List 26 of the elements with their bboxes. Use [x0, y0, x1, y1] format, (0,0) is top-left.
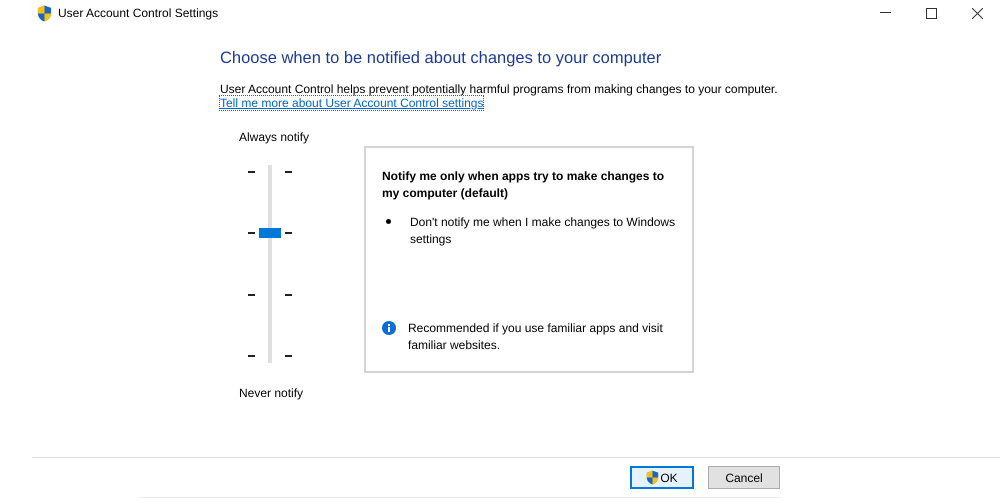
info-icon [382, 321, 396, 335]
tick-mark [285, 232, 292, 234]
close-icon [972, 8, 982, 18]
tick-mark [285, 171, 292, 173]
window-title: User Account Control Settings [58, 6, 218, 20]
tick-mark [248, 232, 255, 234]
heading: Choose when to be notified about changes to your computer [220, 49, 662, 68]
tick-mark [248, 294, 255, 296]
tick-mark [248, 354, 255, 357]
description-text: User Account Control helps prevent potentially harmful programs from making changes to your computer. [220, 82, 779, 96]
tick-mark [248, 171, 255, 173]
help-link[interactable]: Tell me more about User Account Control settings [220, 96, 484, 110]
ok-button[interactable]: OK [630, 466, 694, 489]
minimize-icon [880, 12, 890, 14]
slider-top-label: Always notify [239, 130, 310, 144]
panel-title: Notify me only when apps try to make changes to my computer (default) [382, 168, 666, 202]
maximize-icon [926, 8, 936, 18]
bullet-dot [386, 219, 391, 224]
tick-mark [285, 354, 292, 357]
bullet-text: Don't notify me when I make changes to Windows settings [410, 214, 676, 248]
slider-bottom-label: Never notify [239, 386, 304, 400]
tick-mark [285, 294, 292, 296]
slider-thumb[interactable] [259, 228, 281, 238]
recommendation-text: Recommended if you use familiar apps and visit familiar websites. [408, 320, 664, 354]
shield-icon [37, 4, 52, 22]
cancel-button[interactable]: Cancel [708, 466, 780, 489]
